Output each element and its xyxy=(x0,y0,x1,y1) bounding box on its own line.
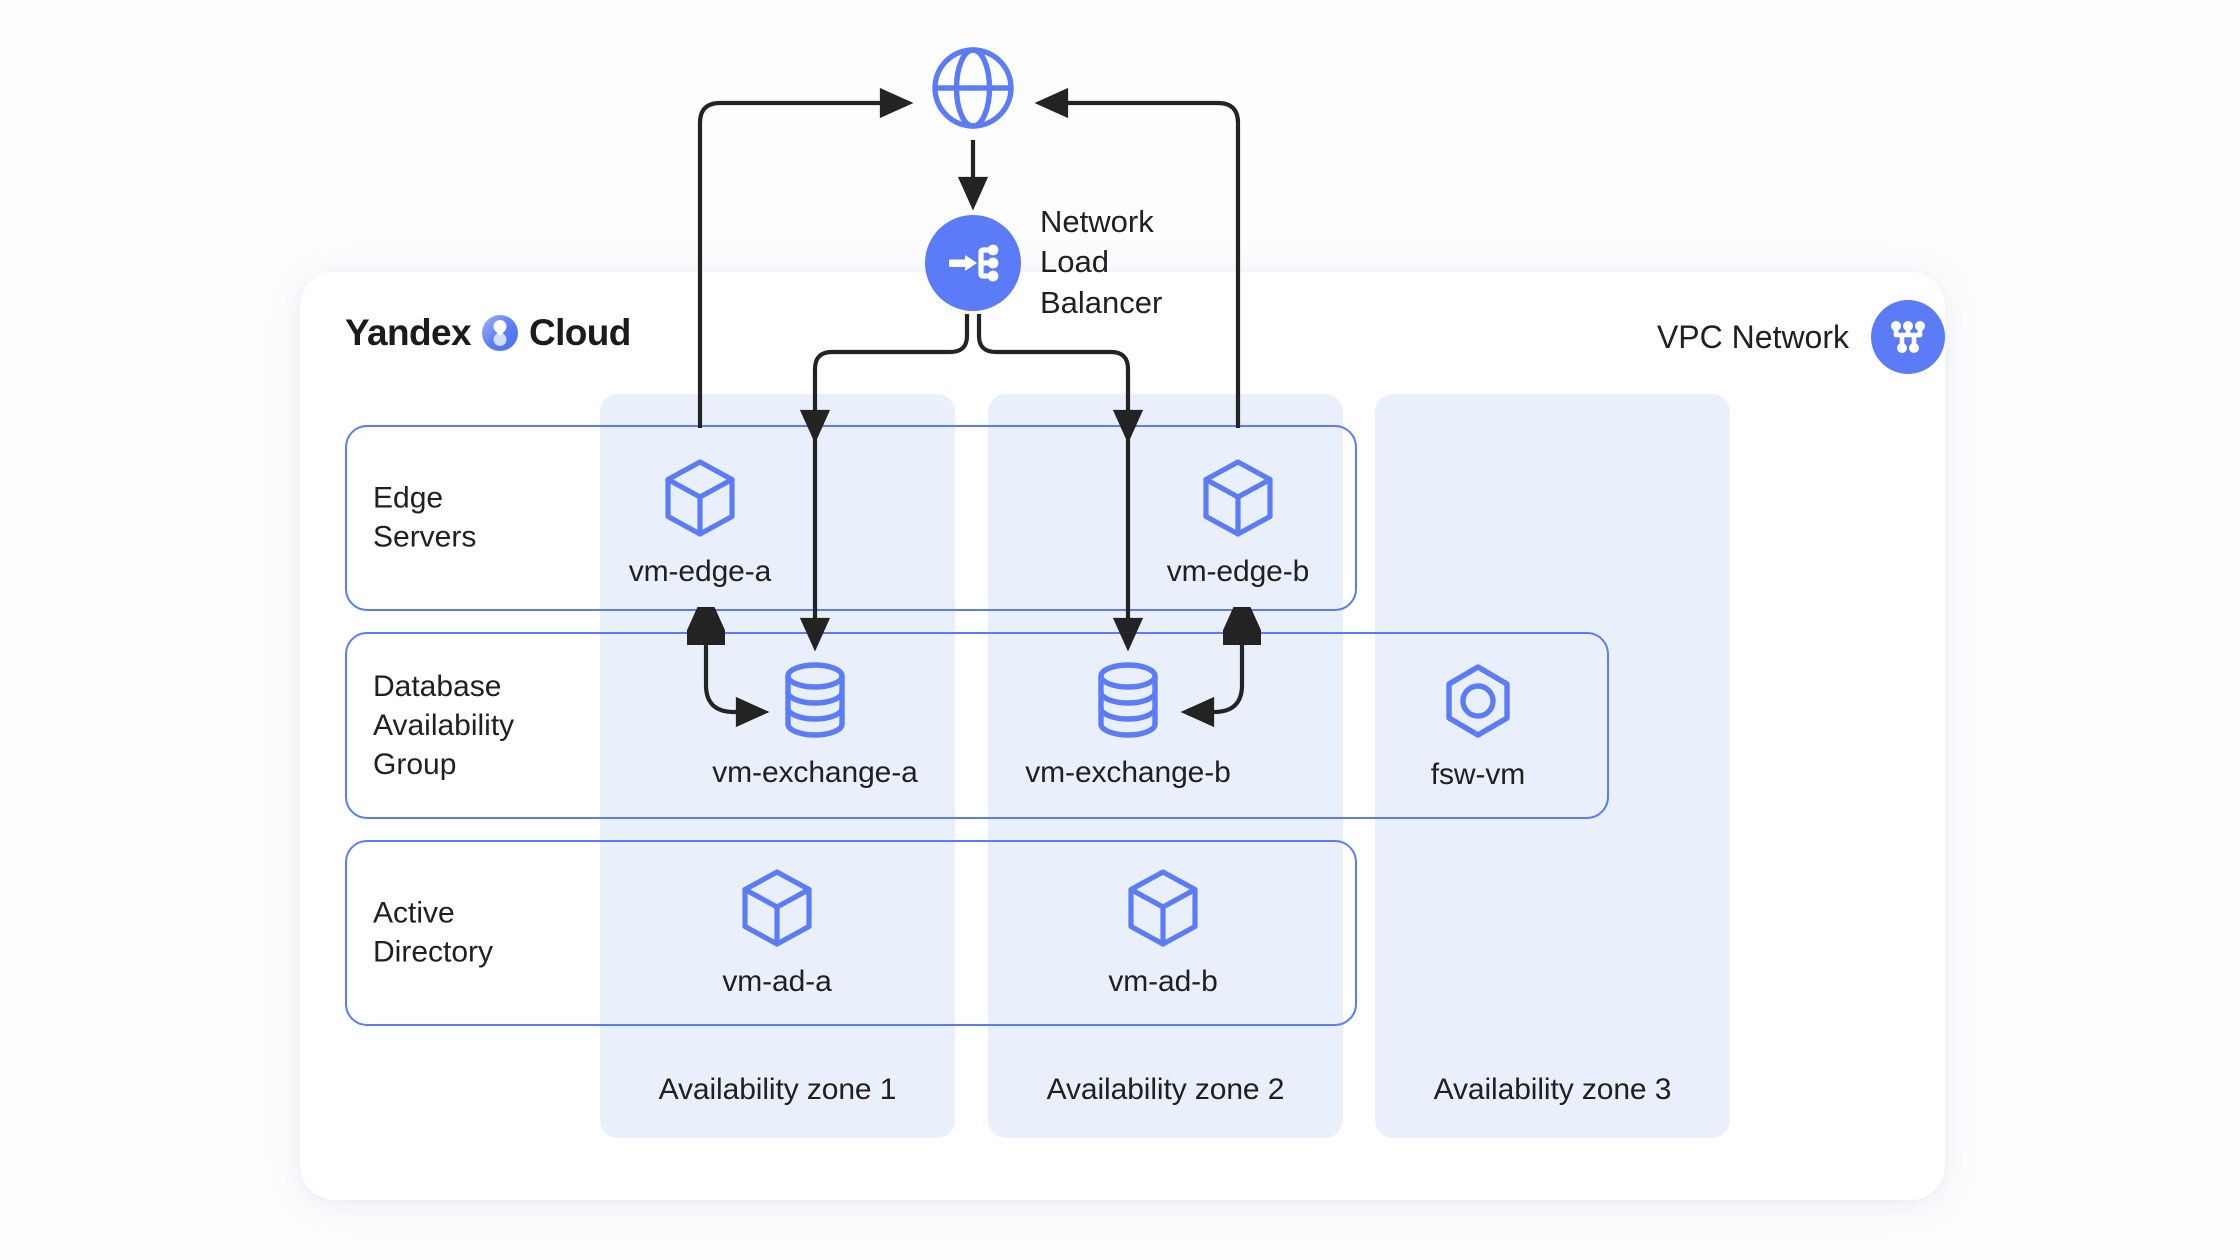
node-vm-exchange-a[interactable]: vm-exchange-a xyxy=(655,655,975,790)
node-label: vm-edge-a xyxy=(628,555,772,588)
hexagon-witness-icon xyxy=(1432,655,1524,752)
node-label: vm-edge-b xyxy=(1166,555,1310,588)
database-icon xyxy=(770,655,860,750)
vm-cube-icon xyxy=(1192,452,1284,549)
database-availability-group-title: Database Availability Group xyxy=(373,669,515,782)
node-vm-edge-a[interactable]: vm-edge-a xyxy=(540,452,860,589)
node-label: vm-ad-a xyxy=(722,965,832,998)
yandex-logo-icon xyxy=(481,315,518,351)
vpc-network-header: VPC Network xyxy=(1657,300,1945,374)
vpc-network-icon xyxy=(1871,300,1945,374)
availability-zone-1-label: Availability zone 1 xyxy=(658,1073,897,1106)
vpc-network-label: VPC Network xyxy=(1656,318,1849,355)
node-vm-edge-b[interactable]: vm-edge-b xyxy=(1078,452,1398,589)
yandex-cloud-logo: Yandex Cloud xyxy=(345,312,631,354)
node-label: vm-exchange-a xyxy=(712,756,918,789)
yandex-wordmark: Yandex xyxy=(345,312,472,353)
node-label: fsw-vm xyxy=(1430,758,1526,791)
node-vm-ad-b[interactable]: vm-ad-b xyxy=(1003,862,1323,999)
node-vm-exchange-b[interactable]: vm-exchange-b xyxy=(968,655,1288,790)
globe-icon xyxy=(930,45,1016,131)
availability-zone-2-label: Availability zone 2 xyxy=(1046,1073,1285,1106)
diagram-canvas: Availability zone 1 Availability zone 2 … xyxy=(0,0,2240,1260)
vm-cube-icon xyxy=(1117,862,1209,959)
availability-zone-3-label: Availability zone 3 xyxy=(1433,1073,1672,1106)
node-fsw-vm[interactable]: fsw-vm xyxy=(1318,655,1638,792)
active-directory-title: Active Directory xyxy=(373,896,494,969)
node-vm-ad-a[interactable]: vm-ad-a xyxy=(617,862,937,999)
node-label: vm-ad-b xyxy=(1108,965,1218,998)
cloud-wordmark: Cloud xyxy=(528,312,631,353)
vm-cube-icon xyxy=(731,862,823,959)
network-load-balancer-icon xyxy=(925,215,1021,311)
database-icon xyxy=(1083,655,1173,750)
node-label: vm-exchange-b xyxy=(1025,756,1231,789)
edge-servers-title: Edge Servers xyxy=(373,481,477,554)
network-load-balancer-label: Network Load Balancer xyxy=(1040,204,1163,320)
vm-cube-icon xyxy=(654,452,746,549)
